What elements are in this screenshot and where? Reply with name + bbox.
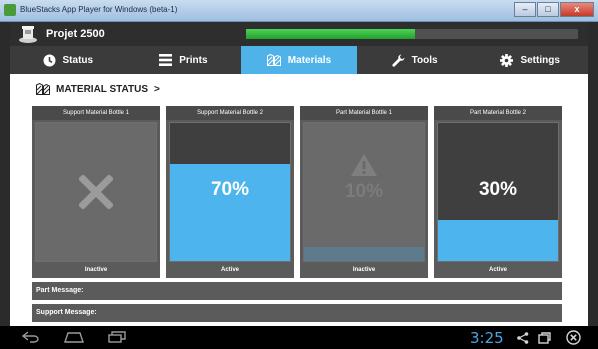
material-status-heading[interactable]: MATERIAL STATUS > xyxy=(36,83,160,95)
tab-prints[interactable]: Prints xyxy=(126,46,242,74)
support-bottle-1[interactable]: Support Material Bottle 1 Inactive xyxy=(32,106,160,278)
share-icon[interactable] xyxy=(517,332,529,344)
window-title: BlueStacks App Player for Windows (beta-… xyxy=(20,5,178,14)
tab-label: Tools xyxy=(411,54,438,66)
bluestacks-icon xyxy=(4,4,16,16)
tab-settings[interactable]: Settings xyxy=(472,46,588,74)
bottle-title: Part Material Bottle 2 xyxy=(434,106,562,120)
warning-icon xyxy=(351,154,377,176)
tab-label: Materials xyxy=(287,54,332,66)
bottle-well: 10% xyxy=(303,122,425,262)
bottle-grid: Support Material Bottle 1 Inactive Suppo… xyxy=(32,106,562,278)
part-bottle-1[interactable]: Part Material Bottle 1 10% Inactive xyxy=(300,106,428,278)
heading-text: MATERIAL STATUS xyxy=(56,83,149,95)
support-bottle-2[interactable]: Support Material Bottle 2 70% Active xyxy=(166,106,294,278)
window-title-bar: BlueStacks App Player for Windows (beta-… xyxy=(0,0,598,22)
bottle-level-label: 10% xyxy=(344,181,384,202)
bottle-well: 30% xyxy=(437,122,559,262)
printer-logo-icon xyxy=(19,26,37,43)
wrench-icon xyxy=(391,53,405,67)
bottle-level-label: 30% xyxy=(478,179,518,200)
part-message: Part Message: xyxy=(32,282,562,300)
materials-panel: MATERIAL STATUS > Support Material Bottl… xyxy=(10,74,588,326)
list-icon xyxy=(159,54,173,66)
tab-bar: Status Prints Materials Tools Settings xyxy=(10,46,588,74)
bottle-title: Support Material Bottle 2 xyxy=(166,106,294,120)
bottle-well: 70% xyxy=(169,122,291,262)
bottle-status: Inactive xyxy=(84,267,108,273)
bottle-title: Support Material Bottle 1 xyxy=(32,106,160,120)
tab-status[interactable]: Status xyxy=(10,46,126,74)
home-icon[interactable] xyxy=(64,331,84,343)
chevron-right-icon: > xyxy=(154,83,160,95)
print-progress-fill xyxy=(246,29,416,39)
tab-label: Prints xyxy=(179,54,208,66)
printer-name: Projet 2500 xyxy=(46,28,105,40)
bottle-status: Inactive xyxy=(352,267,376,273)
window-icon[interactable] xyxy=(538,332,551,344)
gear-icon xyxy=(500,53,514,67)
recent-apps-icon[interactable] xyxy=(108,331,126,343)
print-progress-bar xyxy=(246,29,578,39)
bottle-title: Part Material Bottle 1 xyxy=(300,106,428,120)
bottle-level-fill xyxy=(438,219,558,261)
app-header: Projet 2500 xyxy=(10,22,588,46)
maximize-button[interactable]: □ xyxy=(537,2,559,17)
materials-icon xyxy=(266,54,281,66)
tab-materials[interactable]: Materials xyxy=(241,46,357,74)
minimize-button[interactable]: – xyxy=(514,2,536,17)
bottle-well xyxy=(35,122,157,262)
tab-label: Settings xyxy=(520,54,560,66)
part-bottle-2[interactable]: Part Material Bottle 2 30% Active xyxy=(434,106,562,278)
clock: 3:25 xyxy=(470,329,504,347)
close-button[interactable]: x xyxy=(560,2,594,17)
bottle-status: Active xyxy=(220,267,239,273)
support-message: Support Message: xyxy=(32,304,562,322)
tab-tools[interactable]: Tools xyxy=(357,46,473,74)
x-icon xyxy=(79,175,113,209)
close-circle-icon[interactable] xyxy=(566,330,581,345)
tab-label: Status xyxy=(62,54,94,66)
android-nav-bar: 3:25 xyxy=(0,326,598,349)
bottle-level-label: 70% xyxy=(210,179,250,200)
back-icon[interactable] xyxy=(22,331,40,343)
bottle-status: Active xyxy=(488,267,507,273)
clock-icon xyxy=(43,54,56,66)
bottle-level-fill xyxy=(304,247,424,261)
materials-icon xyxy=(36,83,50,95)
